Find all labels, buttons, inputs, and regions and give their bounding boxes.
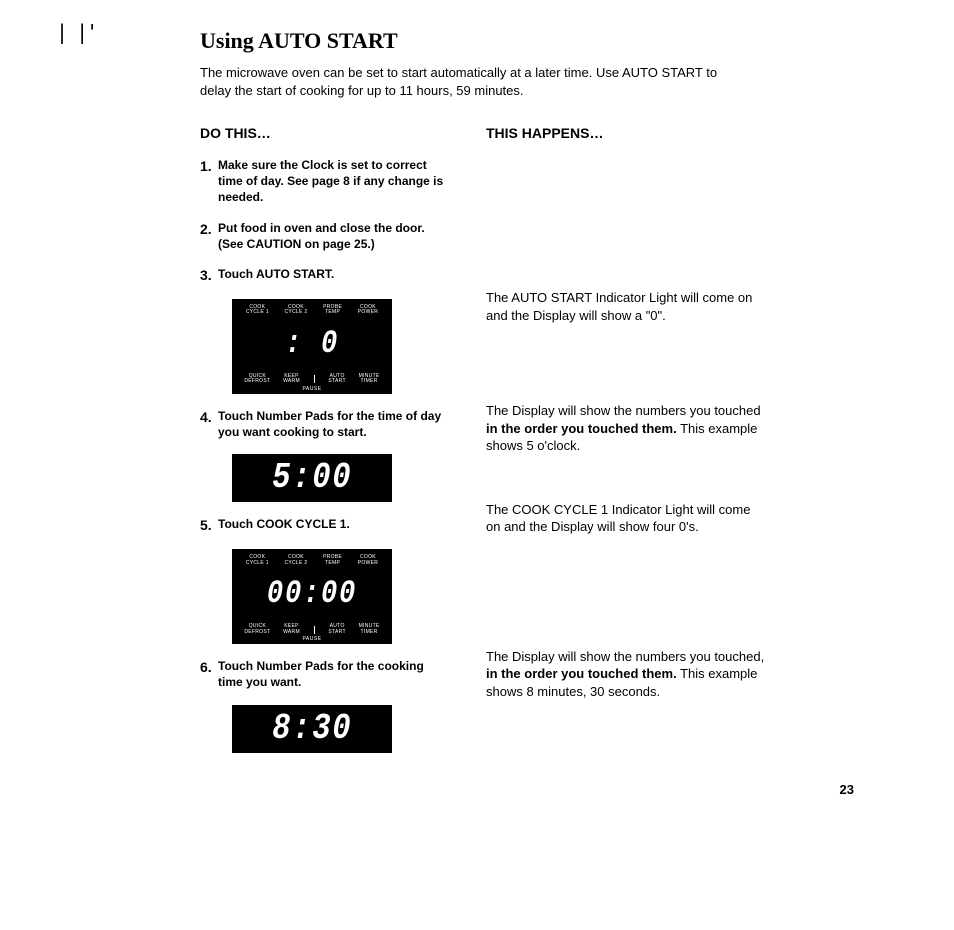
step-number: 1. xyxy=(200,157,218,206)
do-this-column: DO THIS… 1. Make sure the Clock is set t… xyxy=(200,125,450,766)
scan-artifact: | |' xyxy=(56,20,96,44)
page-number: 23 xyxy=(840,782,854,797)
step-number: 6. xyxy=(200,658,218,690)
this-happens-column: THIS HAPPENS… The AUTO START Indicator L… xyxy=(486,125,766,766)
label-probe-temp: PROBE TEMP xyxy=(323,555,342,566)
label-auto-start: AUTO START xyxy=(328,374,345,385)
step-2: 2. Put food in oven and close the door. … xyxy=(200,220,450,252)
this-happens-heading: THIS HAPPENS… xyxy=(486,125,766,141)
text: The AUTO START Indicator Light will come… xyxy=(486,290,752,323)
step-text: Put food in oven and close the door. (Se… xyxy=(218,220,450,252)
label-keep-warm: KEEP WARM xyxy=(283,374,300,385)
microwave-display-panel-step4: 5:00 xyxy=(232,454,392,502)
label-minute-timer: MINUTE TIMER xyxy=(359,624,380,635)
do-this-heading: DO THIS… xyxy=(200,125,450,141)
label-pause: PAUSE xyxy=(238,636,386,642)
seven-segment-display: 8:30 xyxy=(272,711,352,747)
label-quick-defrost: QUICK DEFROST xyxy=(244,624,270,635)
seven-segment-display: : 0 xyxy=(249,316,375,370)
step-3: 3. Touch AUTO START. xyxy=(200,266,450,285)
explanation-step4: The Display will show the numbers you to… xyxy=(486,402,766,455)
label-cook-cycle-1: COOK CYCLE 1 xyxy=(246,555,269,566)
step-text: Touch COOK CYCLE 1. xyxy=(218,516,450,535)
separator xyxy=(314,626,315,634)
panel-top-labels: COOK CYCLE 1 COOK CYCLE 2 PROBE TEMP COO… xyxy=(238,555,386,566)
label-quick-defrost: QUICK DEFROST xyxy=(244,374,270,385)
seven-segment-display: 00:00 xyxy=(249,566,375,620)
label-cook-power: COOK POWER xyxy=(358,305,378,316)
text: The COOK CYCLE 1 Indicator Light will co… xyxy=(486,502,750,535)
label-cook-cycle-2: COOK CYCLE 2 xyxy=(284,305,307,316)
panel-bottom-labels: QUICK DEFROST KEEP WARM AUTO START MINUT… xyxy=(238,624,386,635)
microwave-display-panel-step5: COOK CYCLE 1 COOK CYCLE 2 PROBE TEMP COO… xyxy=(232,549,392,644)
text-part1: The Display will show the numbers you to… xyxy=(486,649,764,664)
separator xyxy=(314,375,315,383)
microwave-display-panel-step3: COOK CYCLE 1 COOK CYCLE 2 PROBE TEMP COO… xyxy=(232,299,392,394)
step-number: 3. xyxy=(200,266,218,285)
step-4: 4. Touch Number Pads for the time of day… xyxy=(200,408,450,440)
explanation-step6: The Display will show the numbers you to… xyxy=(486,648,766,701)
step-5: 5. Touch COOK CYCLE 1. xyxy=(200,516,450,535)
explanation-step3: The AUTO START Indicator Light will come… xyxy=(486,289,766,324)
intro-paragraph: The microwave oven can be set to start a… xyxy=(200,64,740,99)
microwave-display-panel-step6: 8:30 xyxy=(232,705,392,753)
label-cook-cycle-1: COOK CYCLE 1 xyxy=(246,305,269,316)
label-cook-cycle-2: COOK CYCLE 2 xyxy=(284,555,307,566)
step-text: Touch AUTO START. xyxy=(218,266,450,285)
step-number: 2. xyxy=(200,220,218,252)
text-part1: The Display will show the numbers you to… xyxy=(486,403,761,418)
step-text: Touch Number Pads for the cooking time y… xyxy=(218,658,450,690)
panel-bottom-labels: QUICK DEFROST KEEP WARM AUTO START MINUT… xyxy=(238,374,386,385)
step-1: 1. Make sure the Clock is set to correct… xyxy=(200,157,450,206)
label-minute-timer: MINUTE TIMER xyxy=(359,374,380,385)
text-bold: in the order you touched them. xyxy=(486,666,677,681)
page-title: Using AUTO START xyxy=(200,28,874,54)
step-6: 6. Touch Number Pads for the cooking tim… xyxy=(200,658,450,690)
label-pause: PAUSE xyxy=(238,386,386,392)
explanation-step5: The COOK CYCLE 1 Indicator Light will co… xyxy=(486,501,766,536)
step-text: Touch Number Pads for the time of day yo… xyxy=(218,408,450,440)
label-keep-warm: KEEP WARM xyxy=(283,624,300,635)
label-cook-power: COOK POWER xyxy=(358,555,378,566)
step-number: 4. xyxy=(200,408,218,440)
label-auto-start: AUTO START xyxy=(328,624,345,635)
step-number: 5. xyxy=(200,516,218,535)
text-bold: in the order you touched them. xyxy=(486,421,677,436)
step-text: Make sure the Clock is set to correct ti… xyxy=(218,157,450,206)
seven-segment-display: 5:00 xyxy=(272,460,352,496)
label-probe-temp: PROBE TEMP xyxy=(323,305,342,316)
panel-top-labels: COOK CYCLE 1 COOK CYCLE 2 PROBE TEMP COO… xyxy=(238,305,386,316)
